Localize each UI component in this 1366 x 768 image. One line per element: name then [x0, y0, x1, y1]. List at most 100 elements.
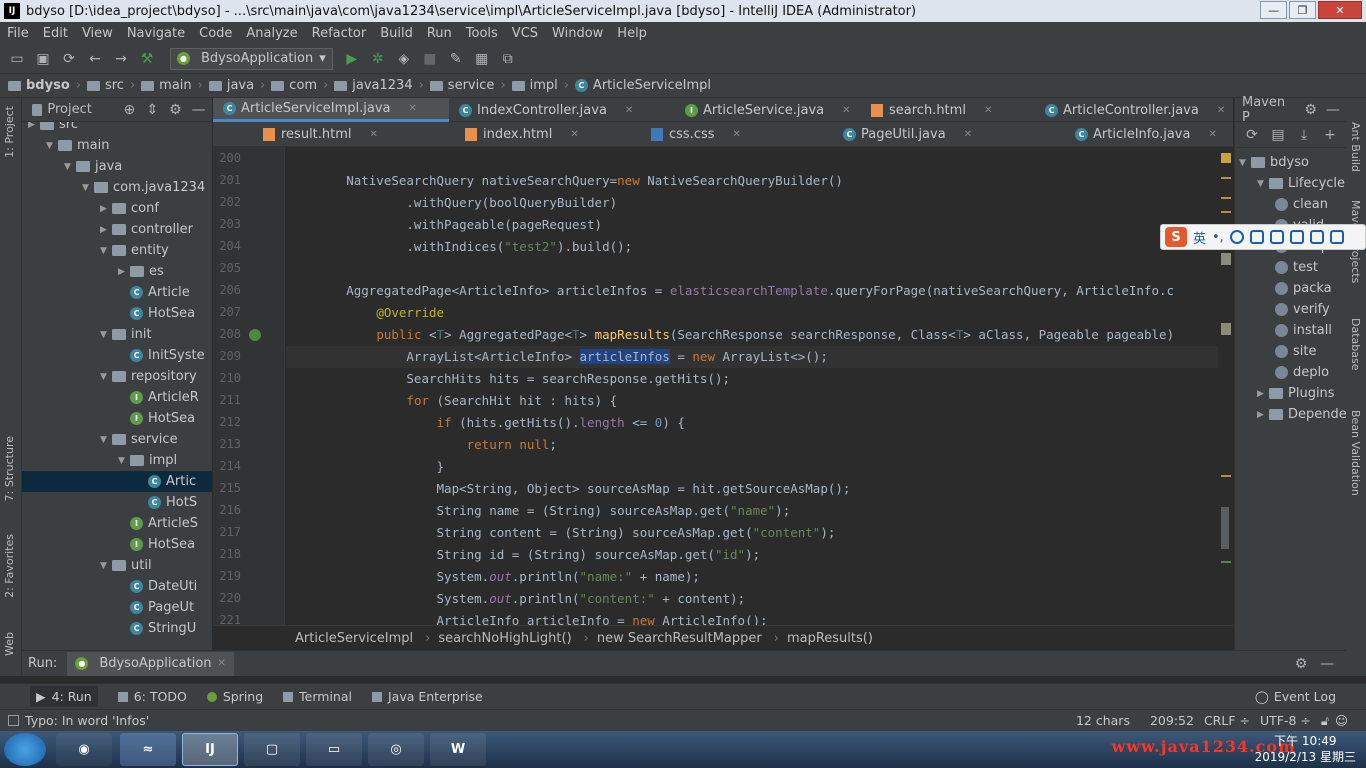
stripe-project[interactable]: 1: Project — [3, 106, 16, 158]
code-line[interactable]: Map<String, Object> sourceAsMap = hit.ge… — [286, 481, 851, 496]
project-tree-node[interactable]: CBdysoApp — [22, 639, 195, 642]
minimize-button[interactable]: — — [1260, 1, 1287, 19]
add-icon[interactable]: + — [1319, 124, 1341, 146]
save-all-icon[interactable]: ▣ — [32, 48, 54, 70]
close-tab-icon[interactable]: ✕ — [408, 103, 416, 114]
close-tab-icon[interactable]: ✕ — [1217, 105, 1225, 116]
editor-tab[interactable]: C ArticleServiceImpl.java ✕ — [213, 98, 449, 122]
status-line-separator[interactable]: CRLF ÷ — [1204, 713, 1250, 728]
code-editor[interactable]: NativeSearchQuery nativeSearchQuery=new … — [286, 147, 1233, 625]
code-line[interactable]: System.out.println("name:" + name); — [286, 569, 700, 584]
code-line[interactable]: System.out.println("content:" + content)… — [286, 591, 746, 606]
code-line[interactable]: return null; — [286, 437, 557, 452]
shirt-skin-icon[interactable] — [1309, 230, 1324, 244]
status-caret-position[interactable]: 209:52 — [1150, 713, 1194, 728]
breadcrumb-method[interactable]: searchNoHighLight() — [438, 631, 571, 646]
chevron-down-icon[interactable]: ▼ — [64, 162, 76, 172]
lock-icon[interactable]: 🔓︎ — [1321, 713, 1329, 729]
stripe-ant-build[interactable]: Ant Build — [1349, 122, 1362, 172]
editor-scroll-thumb[interactable] — [1221, 507, 1229, 549]
project-tree-node[interactable]: ▶ controller — [22, 219, 193, 240]
inspector-icon[interactable]: ☺ — [1335, 713, 1348, 728]
editor-tab[interactable]: search.html ✕ — [861, 98, 1035, 122]
menu-refactor[interactable]: Refactor — [305, 26, 374, 41]
build-hammer-icon[interactable]: ⚒ — [136, 48, 158, 70]
menu-view[interactable]: View — [75, 26, 120, 41]
chevron-icon[interactable]: ▼ — [1257, 179, 1269, 189]
project-tree-node[interactable]: ▶ conf — [22, 198, 159, 219]
tool-window-java-enterprise[interactable]: Java Enterprise — [371, 689, 483, 704]
code-line[interactable]: String name = (String) sourceAsMap.get("… — [286, 503, 791, 518]
debug-icon[interactable]: ✲ — [367, 48, 389, 70]
chevron-icon[interactable]: ▶ — [1257, 410, 1269, 420]
taskbar-app-wps[interactable]: W — [430, 733, 486, 766]
menu-navigate[interactable]: Navigate — [120, 26, 192, 41]
keyboard-icon[interactable] — [1269, 230, 1284, 244]
editor-tab[interactable]: C ArticleController.java ✕ — [1035, 98, 1233, 122]
code-line[interactable]: String id = (String) sourceAsMap.get("id… — [286, 547, 761, 562]
taskbar-app-explorer[interactable]: ▢ — [244, 733, 300, 766]
project-tree-node[interactable]: ▶ src — [22, 122, 78, 135]
close-tab-icon[interactable]: ✕ — [964, 129, 972, 140]
chevron-right-icon[interactable]: ▶ — [100, 204, 112, 214]
maven-tree-node[interactable]: verify — [1275, 299, 1330, 320]
code-line[interactable]: ArrayList<ArticleInfo> articleInfos = ne… — [286, 349, 828, 364]
ime-punct-toggle[interactable]: •, — [1212, 230, 1224, 245]
windows-start-button[interactable] — [4, 733, 46, 766]
hide-icon[interactable]: — — [1324, 99, 1342, 121]
taskbar-app-ide[interactable]: ◉ — [56, 733, 112, 766]
tool-window-terminal[interactable]: Terminal — [283, 689, 352, 704]
project-tree-node[interactable]: C HotSea — [22, 303, 195, 324]
menu-run[interactable]: Run — [420, 26, 459, 41]
code-line[interactable]: NativeSearchQuery nativeSearchQuery=new … — [286, 173, 843, 188]
chevron-icon[interactable]: ▼ — [1239, 158, 1251, 168]
toggle-tool-windows-icon[interactable] — [8, 715, 19, 726]
menu-vcs[interactable]: VCS — [505, 26, 545, 41]
menu-tools[interactable]: Tools — [459, 26, 505, 41]
chevron-down-icon[interactable]: ▼ — [82, 183, 94, 193]
stop-icon[interactable]: ■ — [419, 48, 441, 70]
stripe-favorites[interactable]: 2: Favorites — [3, 534, 16, 598]
project-tree-node[interactable]: ▼ util — [22, 555, 152, 576]
user-icon[interactable] — [1289, 230, 1304, 244]
close-tab-icon[interactable]: ✕ — [218, 658, 226, 669]
emoji-icon[interactable] — [1229, 230, 1244, 244]
close-tab-icon[interactable]: ✕ — [842, 105, 850, 116]
taskbar-app-intellij[interactable]: IJ — [182, 733, 238, 766]
code-line[interactable]: AggregatedPage<ArticleInfo> articleInfos… — [286, 283, 1174, 298]
close-tab-icon[interactable]: ✕ — [984, 105, 992, 116]
project-tree-node[interactable]: C Article — [22, 282, 190, 303]
project-tree-node[interactable]: C HotS — [22, 492, 197, 513]
coverage-icon[interactable]: ◈ — [393, 48, 415, 70]
back-arrow-icon[interactable]: ← — [84, 48, 106, 70]
system-clock[interactable]: 下午 10:49 2019/2/13 星期三 — [1255, 733, 1356, 765]
nav-crumb-src[interactable]: src › — [86, 78, 135, 93]
run-icon[interactable]: ▶ — [341, 48, 363, 70]
project-tree-node[interactable]: ▼ com.java1234 — [22, 177, 205, 198]
project-tree-node[interactable]: ▼ entity — [22, 240, 169, 261]
menu-help[interactable]: Help — [610, 26, 654, 41]
breadcrumb-class[interactable]: ArticleServiceImpl — [295, 631, 413, 646]
grid-menu-icon[interactable] — [1329, 230, 1344, 244]
project-tree-node[interactable]: ▼ java — [22, 156, 122, 177]
taskbar-app-dolphin[interactable]: ≈ — [120, 733, 176, 766]
nav-crumb-com[interactable]: com › — [271, 78, 328, 93]
project-tree-node[interactable]: C StringU — [22, 618, 196, 639]
menu-edit[interactable]: Edit — [36, 26, 75, 41]
maven-tree-node[interactable]: deplo — [1275, 362, 1329, 383]
status-encoding[interactable]: UTF-8 ÷ — [1260, 713, 1311, 728]
editor-tab[interactable]: C IndexController.java ✕ — [449, 98, 675, 122]
maven-tree-node[interactable]: ▶ Plugins — [1257, 383, 1335, 404]
editor-tab[interactable]: css.css ✕ — [641, 122, 833, 146]
tool-window-todo[interactable]: 6: TODO — [117, 689, 187, 704]
project-tree-node[interactable]: I ArticleR — [22, 387, 199, 408]
code-line[interactable]: SearchHits hits = searchResponse.getHits… — [286, 371, 730, 386]
menu-analyze[interactable]: Analyze — [239, 26, 304, 41]
maven-tree-node[interactable]: ▼ Lifecycle — [1257, 173, 1345, 194]
tool-window-run[interactable]: ▶ 4: Run — [30, 686, 98, 707]
project-structure-icon[interactable]: ▦ — [471, 48, 493, 70]
breadcrumb-inner-method[interactable]: mapResults() — [787, 631, 873, 646]
editor-tab[interactable]: C PageUtil.java ✕ — [833, 122, 1065, 146]
nav-crumb-main[interactable]: main › — [141, 78, 203, 93]
gear-icon[interactable]: ⚙ — [1290, 653, 1312, 675]
